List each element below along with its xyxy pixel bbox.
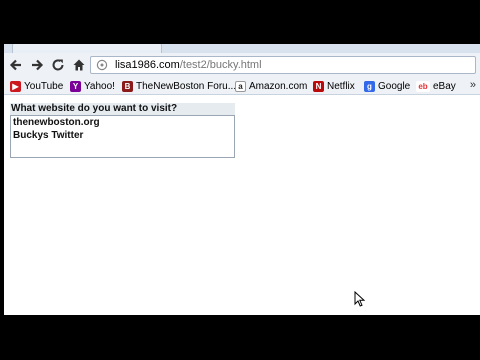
bookmark-label: Google [378,81,411,92]
home-icon [73,59,85,71]
url-text: lisa1986.com/test2/bucky.html [115,59,262,71]
url-host: lisa1986.com [115,59,180,71]
tab-strip [4,44,480,53]
website-select-list[interactable]: thenewboston.org Buckys Twitter [10,115,235,158]
bookmark-label: eBay [433,81,456,92]
website-form: What website do you want to visit? thene… [10,103,235,158]
bookmarks-overflow-button[interactable]: » [470,79,476,91]
bookmark-amazon[interactable]: a Amazon.com [235,80,307,93]
reload-button[interactable] [50,57,66,73]
bookmark-netflix[interactable]: N Netflix [313,80,355,93]
bookmark-youtube[interactable]: ▶ YouTube [10,80,63,93]
bookmark-google[interactable]: g Google [364,80,410,93]
home-button[interactable] [71,57,87,73]
back-button[interactable] [8,57,24,73]
select-option[interactable]: thenewboston.org [11,116,234,129]
reload-icon [52,59,64,71]
bookmark-label: TheNewBoston Foru... [136,81,237,92]
browser-tab[interactable] [12,44,162,53]
forward-button[interactable] [29,57,45,73]
browser-window: lisa1986.com/test2/bucky.html ▶ YouTube … [4,44,480,315]
website-question-label: What website do you want to visit? [10,103,235,115]
youtube-icon: ▶ [10,81,21,92]
bookmark-yahoo[interactable]: Y Yahoo! [70,80,115,93]
mouse-cursor-icon [354,291,365,307]
bookmark-ebay[interactable]: eb eBay [416,80,456,93]
yahoo-icon: Y [70,81,81,92]
page-info-icon [96,59,108,71]
forward-arrow-icon [32,59,44,71]
select-option[interactable]: Buckys Twitter [11,129,234,142]
back-arrow-icon [9,59,21,71]
page-content: What website do you want to visit? thene… [4,95,480,315]
amazon-icon: a [235,81,246,92]
bookmark-thenewboston[interactable]: B TheNewBoston Foru... [122,80,236,93]
bookmark-label: Netflix [327,81,355,92]
bookmarks-bar: ▶ YouTube Y Yahoo! B TheNewBoston Foru..… [4,78,480,95]
bookmark-label: Amazon.com [249,81,308,92]
url-path: /test2/bucky.html [179,59,262,71]
browser-toolbar: lisa1986.com/test2/bucky.html [4,53,480,78]
address-bar[interactable]: lisa1986.com/test2/bucky.html [90,56,476,74]
bookmark-label: YouTube [24,81,64,92]
netflix-icon: N [313,81,324,92]
thenewboston-icon: B [122,81,133,92]
ebay-icon: eb [416,81,430,92]
bookmark-label: Yahoo! [84,81,115,92]
google-icon: g [364,81,375,92]
